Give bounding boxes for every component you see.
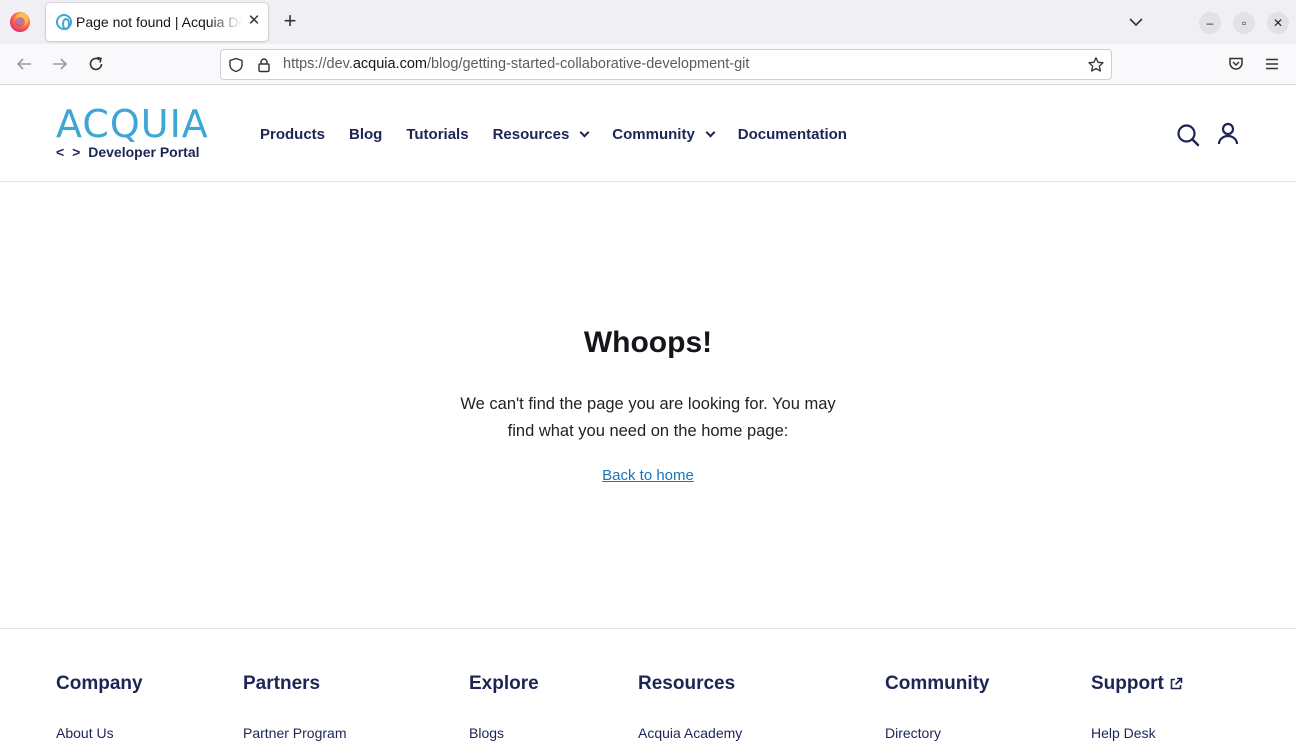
menu-item-blog[interactable]: Blog: [349, 126, 382, 143]
footer-link[interactable]: Help Desk: [1091, 725, 1156, 741]
acquia-logo[interactable]: ACQUIA < > Developer Portal: [56, 102, 209, 163]
error-headline: Whoops!: [583, 326, 713, 359]
search-icon[interactable]: [1175, 121, 1201, 147]
footer-column-community: Community Directory: [885, 673, 990, 741]
footer-heading: Community: [885, 673, 990, 694]
footer-link[interactable]: Partner Program: [243, 725, 346, 741]
main-content: Whoops! We can't find the page you are l…: [0, 182, 1296, 628]
url-text[interactable]: https://dev.acquia.com/blog/getting-star…: [283, 56, 749, 72]
browser-tab[interactable]: Page not found | Acquia Developer Portal…: [46, 3, 268, 41]
footer-link[interactable]: Directory: [885, 725, 941, 741]
chevron-down-icon: [579, 127, 590, 137]
footer-heading: Resources: [638, 673, 736, 694]
footer-column-explore: Explore Blogs: [469, 673, 539, 741]
menu-item-resources[interactable]: Resources: [493, 126, 590, 143]
hamburger-menu-icon[interactable]: [1260, 52, 1284, 76]
footer-column-support: Support Help Desk: [1091, 673, 1183, 741]
external-link-icon: [1170, 677, 1183, 690]
menu-item-community[interactable]: Community: [612, 126, 716, 143]
browser-nav-bar: https://dev.acquia.com/blog/getting-star…: [0, 44, 1296, 85]
tab-title: Page not found | Acquia Developer Portal: [76, 14, 242, 30]
lock-icon[interactable]: [255, 56, 273, 74]
tab-close-icon[interactable]: ✕: [244, 11, 264, 31]
menu-item-tutorials[interactable]: Tutorials: [406, 126, 468, 143]
shield-icon[interactable]: [227, 56, 245, 74]
back-to-home-link: Back to home: [0, 467, 1296, 484]
footer-heading[interactable]: Support: [1091, 673, 1183, 695]
footer-heading: Partners: [243, 673, 321, 694]
footer-column-resources: Resources Acquia Academy: [638, 673, 742, 741]
new-tab-button[interactable]: +: [278, 10, 302, 34]
firefox-icon[interactable]: [10, 12, 30, 32]
acquia-favicon-icon: [56, 14, 72, 30]
forward-arrow-icon[interactable]: [48, 52, 72, 76]
footer-heading: Explore: [469, 673, 539, 694]
browser-tab-bar: Page not found | Acquia Developer Portal…: [0, 0, 1296, 44]
list-all-tabs-icon[interactable]: [1126, 12, 1146, 32]
error-message: We can't find the page you are looking f…: [460, 395, 836, 440]
minimize-button[interactable]: –: [1199, 12, 1221, 34]
restore-button[interactable]: ▫: [1233, 12, 1255, 34]
logo-subtitle: < > Developer Portal: [56, 144, 200, 160]
footer-link[interactable]: About Us: [56, 725, 114, 741]
bookmark-star-icon[interactable]: [1087, 56, 1105, 74]
chevron-down-icon: [705, 127, 716, 137]
menu-item-products[interactable]: Products: [260, 126, 325, 143]
user-icon[interactable]: [1215, 121, 1241, 147]
footer-link[interactable]: Acquia Academy: [638, 725, 742, 741]
code-brackets-icon: < >: [56, 144, 83, 160]
main-menu: Products Blog Tutorials Resources Commun…: [260, 123, 871, 145]
footer-column-company: Company About Us: [56, 673, 143, 741]
close-window-button[interactable]: ✕: [1267, 12, 1289, 34]
url-bar[interactable]: https://dev.acquia.com/blog/getting-star…: [220, 49, 1112, 80]
site-header: ACQUIA < > Developer Portal Products Blog…: [0, 85, 1296, 182]
logo-wordmark: ACQUIA: [56, 102, 209, 146]
footer-link[interactable]: Blogs: [469, 725, 504, 741]
footer-heading: Company: [56, 673, 143, 694]
pocket-icon[interactable]: [1224, 52, 1248, 76]
back-arrow-icon[interactable]: [12, 52, 36, 76]
back-to-home-anchor[interactable]: Back to home: [602, 467, 694, 484]
site-footer: Company About Us Partners Partner Progra…: [0, 628, 1296, 741]
reload-icon[interactable]: [84, 52, 108, 76]
footer-column-partners: Partners Partner Program: [243, 673, 346, 741]
menu-item-documentation[interactable]: Documentation: [738, 126, 847, 143]
